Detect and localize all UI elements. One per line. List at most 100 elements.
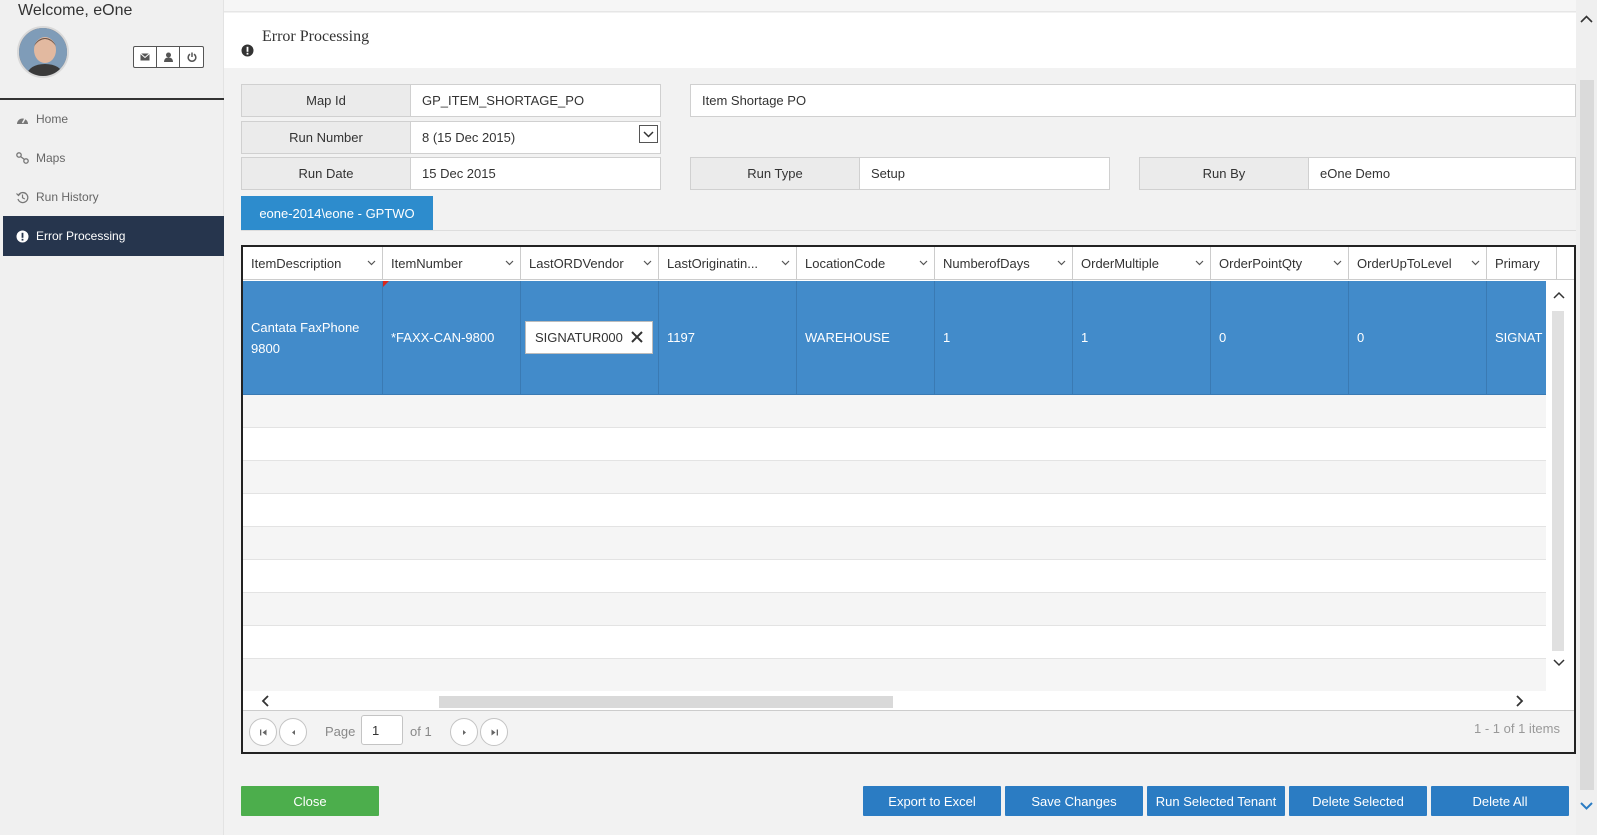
- table-cell[interactable]: *FAXX-CAN-9800: [383, 281, 521, 394]
- column-header[interactable]: OrderPointQty: [1211, 247, 1349, 279]
- table-cell[interactable]: 0: [1349, 281, 1487, 394]
- grid-horizontal-scrollbar[interactable]: [243, 691, 1574, 711]
- close-icon[interactable]: [630, 330, 644, 344]
- run-number-select[interactable]: 8 (15 Dec 2015): [410, 121, 661, 154]
- run-selected-tenant-button[interactable]: Run Selected Tenant: [1147, 786, 1285, 816]
- empty-row: [243, 428, 1546, 461]
- table-cell[interactable]: 1: [1073, 281, 1211, 394]
- chevron-down-icon[interactable]: [639, 125, 658, 143]
- column-header-label: OrderPointQty: [1219, 256, 1303, 271]
- run-type-field[interactable]: Setup: [859, 157, 1110, 190]
- table-cell[interactable]: SIGNAT: [1487, 281, 1546, 394]
- last-page-button[interactable]: [480, 718, 508, 746]
- avatar[interactable]: [17, 26, 69, 78]
- main-content: Error Processing Map Id GP_ITEM_SHORTAGE…: [224, 0, 1597, 835]
- column-header-label: OrderMultiple: [1081, 256, 1160, 271]
- column-header[interactable]: ItemNumber: [383, 247, 521, 279]
- tab-divider: [241, 230, 1576, 231]
- column-header[interactable]: ItemDescription: [243, 247, 383, 279]
- table-cell[interactable]: WAREHOUSE: [797, 281, 935, 394]
- run-by-field[interactable]: eOne Demo: [1308, 157, 1576, 190]
- column-header[interactable]: LastORDVendor: [521, 247, 659, 279]
- page-of-label: of 1: [410, 724, 432, 739]
- chevron-left-icon[interactable]: [260, 695, 272, 707]
- user-icon[interactable]: [157, 47, 180, 67]
- column-header-label: NumberofDays: [943, 256, 1030, 271]
- run-date-label: Run Date: [241, 157, 411, 190]
- chevron-down-icon[interactable]: [1471, 260, 1480, 266]
- chevron-down-icon[interactable]: [1580, 802, 1593, 810]
- scroll-thumb[interactable]: [439, 696, 893, 708]
- column-header[interactable]: OrderMultiple: [1073, 247, 1211, 279]
- empty-row: [243, 527, 1546, 560]
- close-button[interactable]: Close: [241, 786, 379, 816]
- export-excel-button[interactable]: Export to Excel: [863, 786, 1001, 816]
- column-header-label: OrderUpToLevel: [1357, 256, 1452, 271]
- scroll-thumb[interactable]: [1580, 80, 1594, 790]
- vendor-edit-input[interactable]: SIGNATUR000: [525, 321, 653, 354]
- sidebar-item-error-processing[interactable]: Error Processing: [3, 216, 224, 256]
- map-name-field[interactable]: Item Shortage PO: [690, 84, 1576, 117]
- envelope-icon[interactable]: [134, 47, 157, 67]
- run-date-field[interactable]: 15 Dec 2015: [410, 157, 661, 190]
- sidebar-item-label: Maps: [36, 151, 66, 165]
- first-page-button[interactable]: [249, 718, 277, 746]
- column-header-label: Primary: [1495, 256, 1540, 271]
- sidebar-item-home[interactable]: Home: [3, 99, 224, 139]
- cell-text: *FAXX-CAN-9800: [391, 330, 495, 345]
- sidebar-item-run-history[interactable]: Run History: [3, 177, 224, 217]
- map-id-field[interactable]: GP_ITEM_SHORTAGE_PO: [410, 84, 661, 117]
- history-icon: [15, 190, 29, 204]
- save-changes-button[interactable]: Save Changes: [1005, 786, 1143, 816]
- chevron-down-icon[interactable]: [1057, 260, 1066, 266]
- chevron-down-icon[interactable]: [1195, 260, 1204, 266]
- run-by-label: Run By: [1139, 157, 1309, 190]
- table-row[interactable]: Cantata FaxPhone 9800 *FAXX-CAN-9800 SIG…: [243, 281, 1546, 395]
- grid-pager: Page 1 of 1 1 - 1 of 1 items: [243, 711, 1574, 752]
- chevron-up-icon[interactable]: [1580, 15, 1593, 23]
- chevron-down-icon[interactable]: [1333, 260, 1342, 266]
- chevron-down-icon[interactable]: [919, 260, 928, 266]
- column-header-label: ItemDescription: [251, 256, 342, 271]
- delete-all-button[interactable]: Delete All: [1431, 786, 1569, 816]
- column-header[interactable]: LastOriginatin...: [659, 247, 797, 279]
- table-cell[interactable]: 1: [935, 281, 1073, 394]
- page-number-input[interactable]: 1: [361, 715, 403, 745]
- column-header[interactable]: NumberofDays: [935, 247, 1073, 279]
- chevron-down-icon[interactable]: [367, 260, 376, 266]
- dashboard-icon: [15, 112, 29, 126]
- empty-row: [243, 560, 1546, 593]
- page-scrollbar[interactable]: [1576, 0, 1597, 835]
- items-count: 1 - 1 of 1 items: [1474, 721, 1560, 736]
- column-header[interactable]: LocationCode: [797, 247, 935, 279]
- table-cell[interactable]: 0: [1211, 281, 1349, 394]
- prev-page-button[interactable]: [279, 718, 307, 746]
- sidebar-item-maps[interactable]: Maps: [3, 138, 224, 178]
- chevron-down-icon[interactable]: [1553, 659, 1565, 667]
- next-page-icon: [462, 729, 466, 735]
- chevron-right-icon[interactable]: [1513, 695, 1525, 707]
- column-header-label: LocationCode: [805, 256, 886, 271]
- delete-selected-button[interactable]: Delete Selected: [1289, 786, 1427, 816]
- empty-row: [243, 626, 1546, 659]
- column-header[interactable]: OrderUpToLevel: [1349, 247, 1487, 279]
- error-grid: ItemDescription ItemNumber LastORDVendor…: [241, 245, 1576, 754]
- power-icon[interactable]: [180, 47, 203, 67]
- top-strip: [224, 0, 1576, 12]
- page-header: Error Processing: [224, 13, 1576, 68]
- next-page-button[interactable]: [450, 718, 478, 746]
- sidebar-item-label: Error Processing: [36, 229, 126, 243]
- chevron-up-icon[interactable]: [1553, 291, 1565, 299]
- scroll-thumb[interactable]: [1552, 311, 1564, 651]
- chevron-down-icon[interactable]: [505, 260, 514, 266]
- grid-vertical-scrollbar[interactable]: [1546, 281, 1574, 677]
- table-cell[interactable]: SIGNATUR000: [521, 281, 659, 394]
- table-cell[interactable]: Cantata FaxPhone 9800: [243, 281, 383, 394]
- welcome-text: Welcome, eOne: [18, 2, 133, 19]
- tab-tenant[interactable]: eone-2014\eone - GPTWO: [241, 196, 433, 231]
- chevron-down-icon[interactable]: [781, 260, 790, 266]
- table-cell[interactable]: 1197: [659, 281, 797, 394]
- column-header[interactable]: Primary: [1487, 247, 1557, 279]
- empty-row: [243, 461, 1546, 494]
- chevron-down-icon[interactable]: [643, 260, 652, 266]
